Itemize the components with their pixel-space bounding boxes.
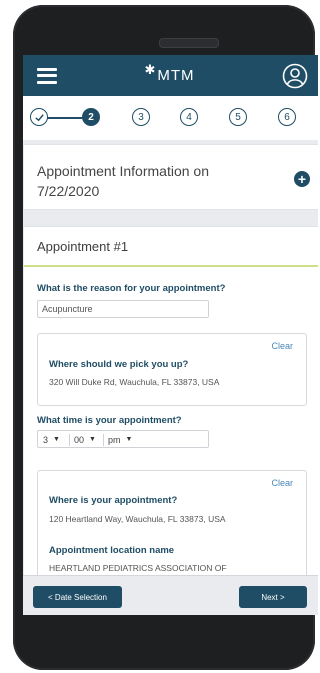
- hour-value: 3: [43, 435, 49, 445]
- minute-value: 00: [74, 435, 85, 445]
- destination-clear-link[interactable]: Clear: [271, 478, 293, 488]
- add-appointment-button[interactable]: +: [294, 171, 310, 187]
- pickup-clear-link[interactable]: Clear: [271, 341, 293, 351]
- logo-text: MTM: [157, 67, 195, 84]
- step-2[interactable]: 2: [82, 108, 100, 126]
- chevron-down-icon: ▼: [125, 436, 133, 443]
- appointment-info-title: Appointment Information on 7/22/2020: [37, 163, 209, 199]
- pickup-label: Where should we pick you up?: [49, 359, 189, 370]
- mtm-logo: ✱ MTM: [144, 62, 195, 84]
- step-4[interactable]: 4: [180, 108, 198, 126]
- app-header: ✱ MTM: [23, 55, 318, 96]
- app-screen: ✱ MTM 2 3 4 5 6 Appointment Information …: [23, 55, 318, 615]
- destination-address[interactable]: 120 Heartland Way, Wauchula, FL 33873, U…: [49, 514, 226, 524]
- progress-stepper: 2 3 4 5 6: [23, 96, 318, 140]
- phone-speaker: [159, 38, 219, 48]
- date-selection-button[interactable]: < Date Selection: [33, 586, 122, 608]
- logo-mark: ✱: [144, 62, 157, 77]
- hour-select[interactable]: 3 ▼: [43, 431, 60, 449]
- step-1-complete[interactable]: [30, 108, 48, 126]
- appointment-card: Appointment #1 What is the reason for yo…: [24, 226, 318, 615]
- next-button[interactable]: Next >: [239, 586, 307, 608]
- location-name-label: Appointment location name: [49, 545, 175, 556]
- appointment-info-card: Appointment Information on 7/22/2020 +: [24, 144, 318, 210]
- footer-navigation: < Date Selection Next >: [23, 575, 318, 615]
- pickup-card: Clear Where should we pick you up? 320 W…: [37, 333, 307, 406]
- step-6[interactable]: 6: [278, 108, 296, 126]
- profile-icon[interactable]: [282, 63, 308, 89]
- step-5[interactable]: 5: [229, 108, 247, 126]
- destination-label: Where is your appointment?: [49, 495, 178, 506]
- pickup-address[interactable]: 320 Will Duke Rd, Wauchula, FL 33873, US…: [49, 377, 219, 387]
- chevron-down-icon: ▼: [89, 436, 96, 443]
- minute-select[interactable]: 00 ▼: [74, 431, 96, 449]
- reason-input[interactable]: Acupuncture: [37, 300, 209, 318]
- meridiem-value: pm: [108, 435, 121, 445]
- location-name-value[interactable]: HEARTLAND PEDIATRICS ASSOCIATION OF: [49, 563, 227, 573]
- appointment-heading: Appointment #1: [24, 227, 318, 267]
- menu-icon[interactable]: [37, 67, 57, 84]
- time-label: What time is your appointment?: [37, 415, 182, 426]
- time-divider: [103, 434, 104, 446]
- check-icon: [34, 113, 44, 121]
- time-divider: [69, 434, 70, 446]
- meridiem-select[interactable]: pm ▼: [108, 431, 132, 449]
- reason-label: What is the reason for your appointment?: [37, 283, 226, 294]
- chevron-down-icon: ▼: [53, 436, 60, 443]
- time-picker: 3 ▼ 00 ▼ pm ▼: [37, 430, 209, 448]
- step-3[interactable]: 3: [132, 108, 150, 126]
